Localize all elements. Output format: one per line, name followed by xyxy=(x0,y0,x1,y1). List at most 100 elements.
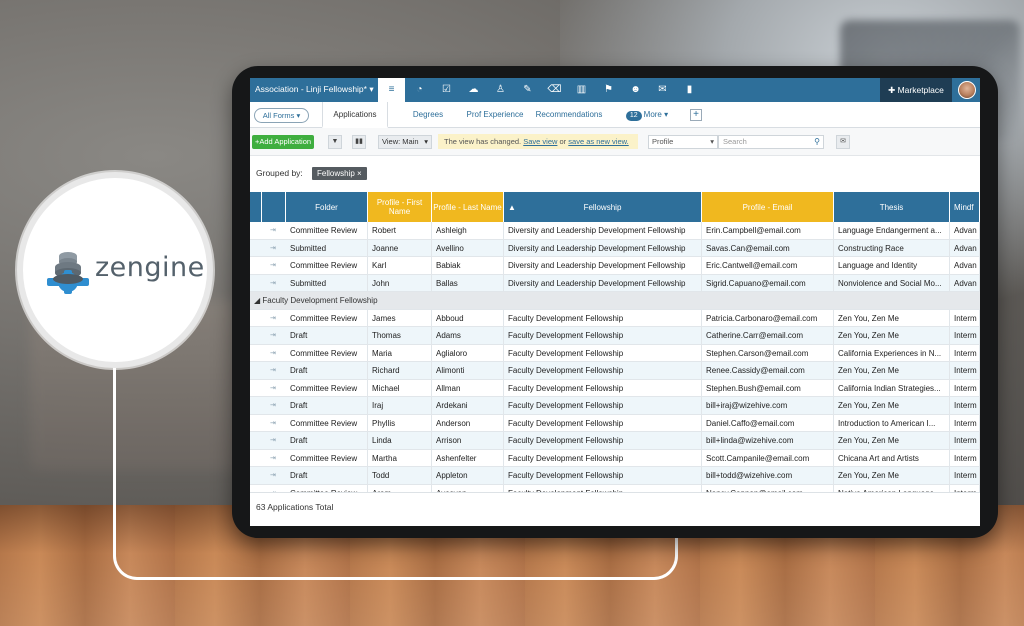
save-as-new-view-link[interactable]: save as new view. xyxy=(568,137,628,146)
open-record-icon[interactable]: ⇥ xyxy=(270,432,276,449)
group-chip[interactable]: Fellowship × xyxy=(312,167,367,180)
columns-icon[interactable]: ▥ xyxy=(568,78,595,102)
grid-footer: 63 Applications Total xyxy=(250,492,980,526)
column-header[interactable]: Folder xyxy=(286,192,368,222)
table-row[interactable]: ⇥ Committee Review Maria Aglialoro Faculty D… xyxy=(250,344,980,362)
open-record-icon[interactable]: ⇥ xyxy=(270,240,276,257)
view-select[interactable]: View: Main ▾ xyxy=(378,135,432,149)
columns-toggle-icon[interactable]: ▮▮ xyxy=(352,135,366,149)
tab-recommendations[interactable]: Recommendations xyxy=(534,102,604,128)
table-cell: Stephen.Bush@email.com xyxy=(702,379,834,397)
group-header-row[interactable]: ◢ Faculty Development Fellowship xyxy=(250,292,980,310)
tab-prof-experience[interactable]: Prof Experience xyxy=(464,102,526,128)
table-cell: Allman xyxy=(432,379,504,397)
chevron-down-icon: ▾ xyxy=(424,137,428,146)
search-field-value: Profile xyxy=(652,137,674,146)
task-check-icon[interactable]: ☑ xyxy=(433,78,460,102)
column-header[interactable]: Profile - Last Name xyxy=(432,192,504,222)
table-row[interactable]: ⇥ Submitted John Ballas Diversity and Leader… xyxy=(250,274,980,292)
total-count: 63 Applications Total xyxy=(256,502,334,512)
open-record-icon[interactable]: ⇥ xyxy=(270,310,276,327)
table-cell: Faculty Development Fellowship xyxy=(504,432,702,449)
flag-icon[interactable]: ⚑ xyxy=(595,78,622,102)
open-record-icon[interactable]: ⇥ xyxy=(270,275,276,292)
table-row[interactable]: ⇥ Committee Review Karl Babiak Diversity and… xyxy=(250,257,980,275)
open-record-icon[interactable]: ⇥ xyxy=(270,222,276,239)
search-input[interactable]: Search ⚲ xyxy=(718,135,824,149)
all-forms-dropdown[interactable]: All Forms ▾ xyxy=(254,108,309,123)
table-row[interactable]: ⇥ Committee Review Robert Ashleigh Diversity… xyxy=(250,222,980,240)
trash-icon[interactable]: ⌫ xyxy=(541,78,568,102)
column-header[interactable]: Thesis xyxy=(834,192,950,222)
open-record-icon[interactable]: ⇥ xyxy=(270,257,276,274)
table-row[interactable]: ⇥ Draft Iraj Ardekani Faculty Development Fe… xyxy=(250,397,980,415)
table-cell: Advan xyxy=(950,239,980,257)
search-field-select[interactable]: Profile ▾ xyxy=(648,135,718,149)
tab-more[interactable]: 12 More ▾ xyxy=(622,102,672,128)
table-cell: Language and Identity xyxy=(834,257,950,274)
table-cell: Phyllis xyxy=(368,414,432,432)
thumbs-up-icon[interactable]: ♙ xyxy=(487,78,514,102)
table-cell: Adams xyxy=(432,327,504,344)
table-cell: Daniel.Caffo@email.com xyxy=(702,414,834,432)
workspace-selector[interactable]: Association - Linji Fellowship* ▾ xyxy=(255,84,374,95)
table-cell: Draft xyxy=(286,362,368,379)
column-header[interactable]: Profile - First Name xyxy=(368,192,432,222)
open-record-icon[interactable]: ⇥ xyxy=(270,397,276,414)
save-view-link[interactable]: Save view xyxy=(523,137,557,146)
marketplace-button[interactable]: ✚ Marketplace xyxy=(880,78,952,102)
table-cell: Committee Review xyxy=(286,257,368,274)
close-icon[interactable]: × xyxy=(357,169,362,178)
open-record-icon[interactable]: ⇥ xyxy=(270,380,276,397)
open-record-icon[interactable]: ⇥ xyxy=(270,415,276,432)
mail-icon[interactable]: ✉ xyxy=(649,78,676,102)
table-row[interactable]: ⇥ Committee Review Martha Ashenfelter Facult… xyxy=(250,449,980,467)
column-header[interactable]: Mindf xyxy=(950,192,980,222)
table-cell: Zen You, Zen Me xyxy=(834,309,950,327)
zengine-logo-icon xyxy=(47,252,89,294)
table-row[interactable]: ⇥ Committee Review James Abboud Faculty Deve… xyxy=(250,309,980,327)
table-cell: Faculty Development Fellowship xyxy=(504,327,702,344)
users-icon[interactable]: ☻ xyxy=(622,78,649,102)
tab-degrees[interactable]: Degrees xyxy=(400,102,456,128)
tab-applications[interactable]: Applications xyxy=(322,102,388,128)
open-record-icon[interactable]: ⇥ xyxy=(270,467,276,484)
edit-icon[interactable]: ✎ xyxy=(514,78,541,102)
table-cell: Faculty Development Fellowship xyxy=(504,362,702,379)
search-icon[interactable]: ⚲ xyxy=(814,136,820,148)
open-record-icon[interactable]: ⇥ xyxy=(270,327,276,344)
table-cell: Ballas xyxy=(432,274,504,292)
more-label: More ▾ xyxy=(643,110,669,119)
table-row[interactable]: ⇥ Submitted Joanne Avellino Diversity and Le… xyxy=(250,239,980,257)
add-application-button[interactable]: +Add Application xyxy=(252,135,314,149)
table-row[interactable]: ⇥ Committee Review Michael Allman Faculty De… xyxy=(250,379,980,397)
avatar[interactable] xyxy=(958,81,976,99)
row-select-header xyxy=(262,192,286,222)
table-row[interactable]: ⇥ Draft Thomas Adams Faculty Development Fel… xyxy=(250,327,980,345)
table-row[interactable]: ⇥ Draft Linda Arrison Faculty Development Fe… xyxy=(250,432,980,450)
column-header[interactable]: ▲ Fellowship xyxy=(504,192,702,222)
chart-icon[interactable]: ▮ xyxy=(676,78,703,102)
table-cell: Babiak xyxy=(432,257,504,274)
column-header[interactable]: Profile - Email xyxy=(702,192,834,222)
table-row[interactable]: ⇥ Draft Todd Appleton Faculty Development Fe… xyxy=(250,467,980,485)
add-tab-button[interactable]: + xyxy=(690,109,702,121)
table-cell: Renee.Cassidy@email.com xyxy=(702,362,834,379)
table-cell: California Indian Strategies... xyxy=(834,379,950,397)
cloud-icon[interactable]: ☁ xyxy=(460,78,487,102)
table-cell: Draft xyxy=(286,432,368,449)
table-cell: Diversity and Leadership Development Fel… xyxy=(504,222,702,239)
open-record-icon[interactable]: ⇥ xyxy=(270,345,276,362)
database-icon[interactable]: ≡ xyxy=(378,78,405,102)
email-icon[interactable]: ✉ xyxy=(836,135,850,149)
open-record-icon[interactable]: ⇥ xyxy=(270,450,276,467)
table-row[interactable]: ⇥ Committee Review Phyllis Anderson Faculty … xyxy=(250,414,980,432)
filter-icon[interactable]: ▼ xyxy=(328,135,342,149)
chevron-down-icon: ▾ xyxy=(710,137,714,146)
table-row[interactable]: ⇥ Draft Richard Alimonti Faculty Development… xyxy=(250,362,980,380)
chat-icon[interactable]: ◔ xyxy=(406,78,433,102)
table-cell: Zen You, Zen Me xyxy=(834,397,950,414)
open-record-icon[interactable]: ⇥ xyxy=(270,362,276,379)
table-cell: Thomas xyxy=(368,327,432,344)
table-cell: Committee Review xyxy=(286,414,368,432)
